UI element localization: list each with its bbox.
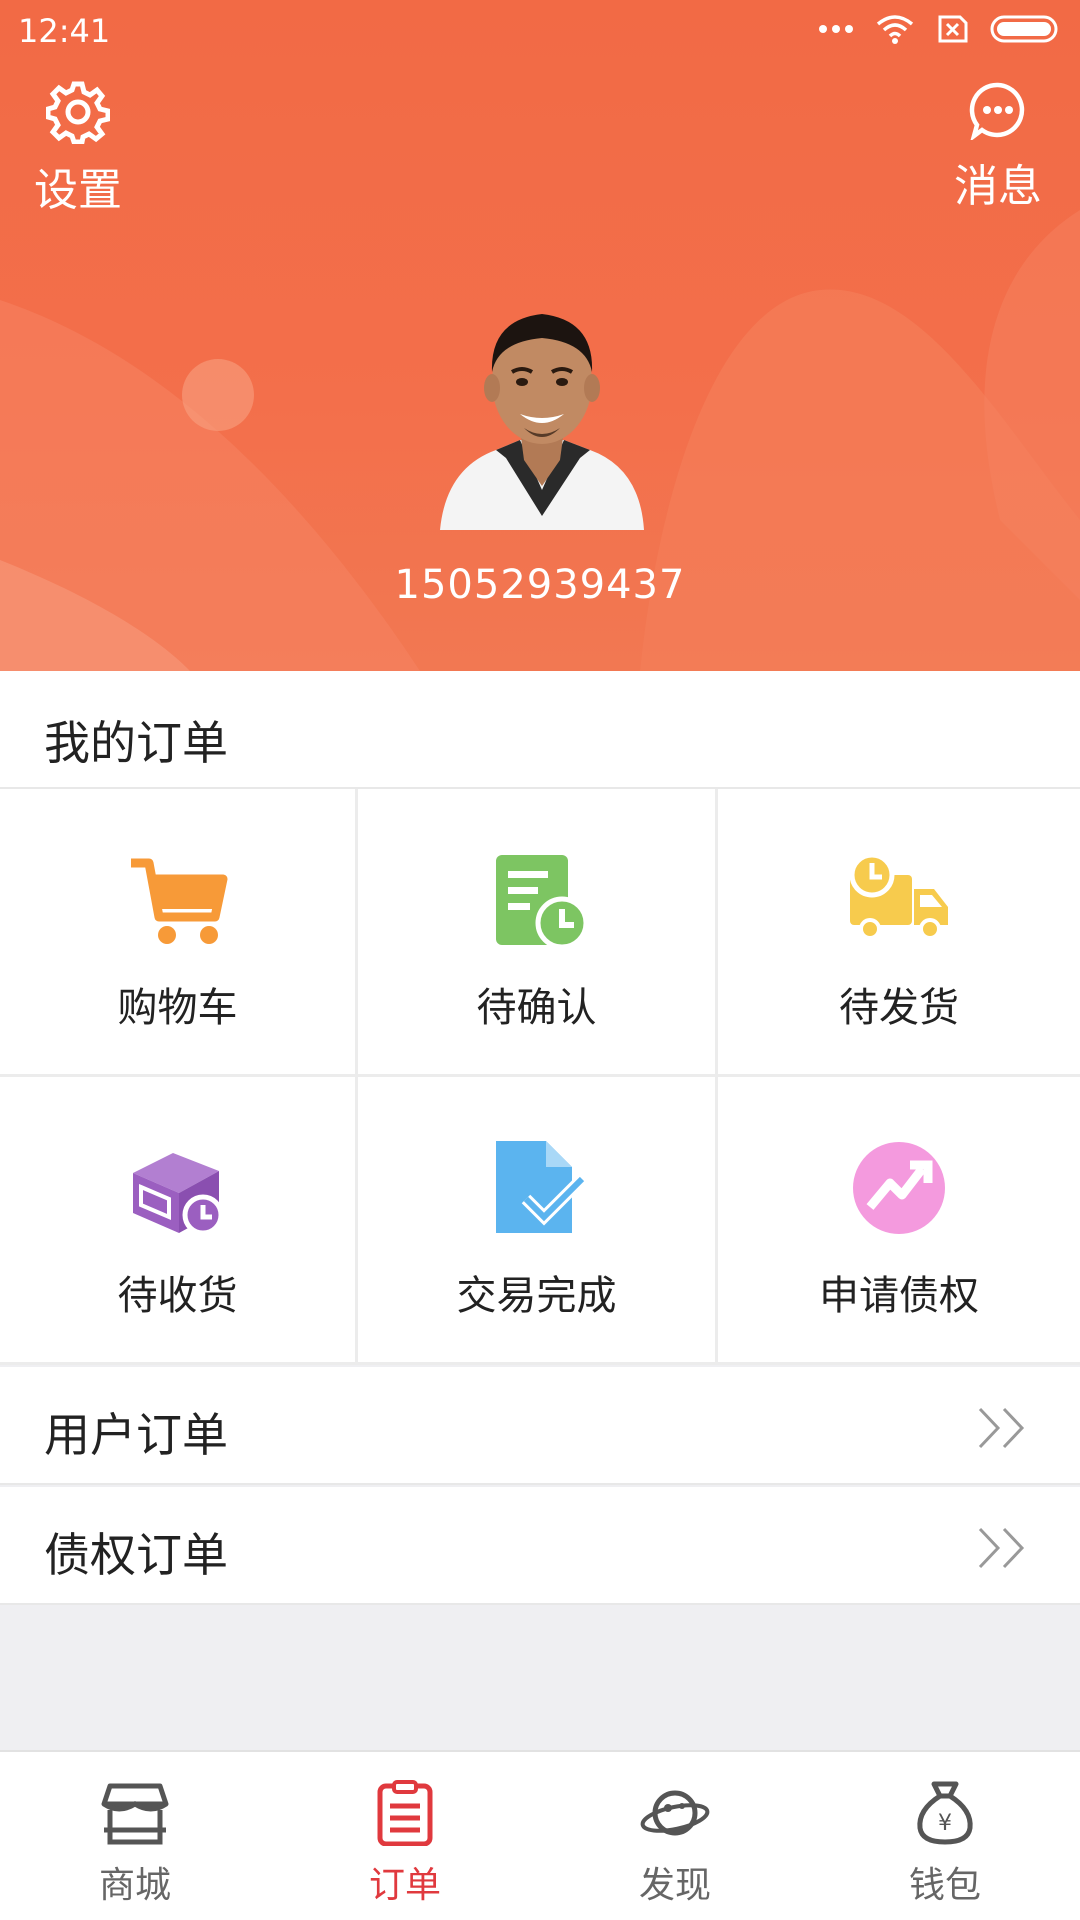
- double-chevron-right-icon: [978, 1527, 1025, 1569]
- order-item-pending-confirm[interactable]: 待确认: [358, 789, 718, 1077]
- nav-item-wallet[interactable]: ¥ 钱包: [810, 1752, 1080, 1920]
- avatar[interactable]: [440, 290, 644, 534]
- more-dots-icon: [819, 25, 853, 33]
- document-clock-icon: [495, 855, 588, 950]
- user-orders-row[interactable]: 用户订单: [0, 1367, 1080, 1485]
- delivery-truck-icon: [849, 852, 948, 940]
- debt-orders-row[interactable]: 债权订单: [0, 1487, 1080, 1605]
- clipboard-list-icon: [377, 1780, 433, 1846]
- settings-button[interactable]: 设置: [8, 80, 148, 216]
- nav-item-orders[interactable]: 订单: [270, 1752, 540, 1920]
- money-bag-icon: ¥: [917, 1781, 973, 1845]
- order-status-grid: 购物车 待确认 待发货 待收货 交易完成 申请债权: [0, 789, 1080, 1365]
- nav-item-discover[interactable]: 发现: [540, 1752, 810, 1920]
- battery-icon: [990, 15, 1058, 43]
- trend-up-icon: [853, 1142, 945, 1234]
- order-item-label: 待收货: [117, 1273, 238, 1319]
- double-chevron-right-icon: [978, 1407, 1025, 1449]
- box-clock-icon: [132, 1153, 223, 1236]
- order-item-label: 交易完成: [456, 1273, 617, 1319]
- order-item-completed[interactable]: 交易完成: [358, 1077, 718, 1365]
- nav-label: 商城: [98, 1865, 171, 1906]
- messages-label: 消息: [954, 161, 1042, 212]
- nav-item-store[interactable]: 商城: [0, 1752, 270, 1920]
- phone-number: 15052939437: [394, 562, 686, 608]
- order-item-pending-receive[interactable]: 待收货: [0, 1077, 358, 1365]
- nav-label: 订单: [368, 1865, 441, 1906]
- order-item-pending-ship[interactable]: 待发货: [718, 789, 1080, 1077]
- planet-icon: [640, 1790, 710, 1836]
- gear-icon: [45, 81, 111, 145]
- profile-header: 12:41 设置 消息 15052939437: [0, 0, 1080, 671]
- document-check-icon: [495, 1141, 586, 1233]
- status-icons: [818, 14, 1062, 44]
- messages-button[interactable]: 消息: [928, 80, 1068, 212]
- order-item-label: 待确认: [476, 985, 597, 1031]
- store-icon: [101, 1783, 169, 1845]
- nav-label: 钱包: [908, 1865, 981, 1906]
- debt-orders-label: 债权订单: [44, 1528, 228, 1582]
- shopping-cart-icon: [130, 858, 227, 944]
- user-orders-label: 用户订单: [44, 1408, 228, 1462]
- order-item-apply-debt[interactable]: 申请债权: [718, 1077, 1080, 1365]
- order-item-label: 购物车: [117, 985, 238, 1031]
- order-item-label: 待发货: [839, 985, 959, 1031]
- chat-bubble-icon: [969, 82, 1025, 142]
- bottom-nav: 商城 订单 发现 ¥ 钱包: [0, 1750, 1080, 1920]
- status-bar: 12:41: [0, 0, 1080, 60]
- my-orders-title: 我的订单: [44, 716, 228, 770]
- nav-label: 发现: [638, 1865, 711, 1906]
- status-time: 12:41: [18, 12, 111, 50]
- no-sim-icon: [938, 15, 968, 43]
- settings-label: 设置: [34, 165, 122, 216]
- svg-text:¥: ¥: [938, 1811, 952, 1836]
- order-item-cart[interactable]: 购物车: [0, 789, 358, 1077]
- order-item-label: 申请债权: [819, 1273, 979, 1319]
- my-orders-header: 我的订单: [0, 671, 1080, 789]
- wifi-icon: [876, 15, 914, 44]
